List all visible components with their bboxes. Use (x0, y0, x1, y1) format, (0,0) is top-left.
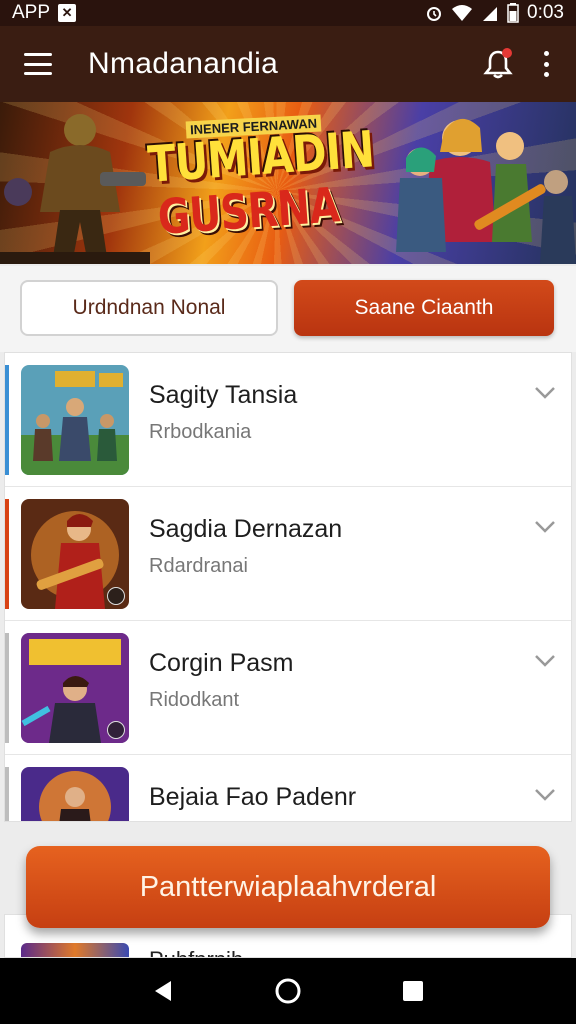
chevron-down-icon[interactable] (533, 787, 557, 803)
list-item-title: Bejaia Fao Padenr (149, 783, 357, 811)
status-time: 0:03 (527, 2, 564, 23)
back-icon[interactable] (148, 976, 178, 1006)
check-icon (107, 587, 125, 605)
tab-right-button[interactable]: Saane Ciaanth (294, 280, 554, 336)
home-icon[interactable] (273, 976, 303, 1006)
recents-icon[interactable] (398, 976, 428, 1006)
list-item-thumbnail (21, 943, 129, 957)
app-bar: Nmadanandia (0, 26, 576, 102)
list-item-subtitle: Rdardranai (149, 555, 248, 577)
chevron-down-icon[interactable] (533, 653, 557, 669)
list-item-thumbnail (21, 767, 129, 821)
app-notification-icon: ✕ (58, 4, 77, 22)
status-left: APP ✕ (12, 2, 77, 24)
list-item[interactable]: Bejaia Fao Padenr (5, 755, 571, 821)
app-title: Nmadanandia (88, 47, 279, 80)
list-item-thumbnail (21, 365, 129, 475)
notification-dot (502, 48, 512, 58)
menu-icon[interactable] (24, 53, 52, 75)
list-item-subtitle: Ridodkant (149, 689, 240, 711)
list-item-accent (5, 767, 9, 821)
chevron-down-icon[interactable] (533, 385, 557, 401)
tab-left-button[interactable]: Urdndnan Nonal (20, 280, 278, 336)
game-list: Sagity Tansia Rrbodkania Sagdia Dernazan… (4, 352, 572, 822)
status-app-label: APP (12, 2, 51, 23)
list-item-thumbnail (21, 499, 129, 609)
more-options-icon[interactable] (542, 51, 550, 77)
status-bar: APP ✕ 0:03 (0, 0, 576, 26)
wifi-icon (452, 5, 473, 21)
list-item-title: Puhfnrnih (149, 947, 243, 957)
chevron-down-icon[interactable] (533, 519, 557, 535)
battery-icon (507, 3, 519, 23)
list-item[interactable]: Sagdia Dernazan Rdardranai (5, 487, 571, 621)
signal-icon (483, 7, 498, 21)
tab-row: Urdndnan Nonal Saane Ciaanth (0, 266, 576, 352)
banner-warrior-illustration (0, 114, 150, 264)
list-item-accent (5, 499, 9, 609)
alarm-icon (427, 7, 442, 21)
check-icon (107, 721, 125, 739)
list-item[interactable]: Corgin Pasm Ridodkant (5, 621, 571, 755)
list-item-thumbnail (21, 633, 129, 743)
list-item-title: Corgin Pasm (149, 649, 294, 677)
notifications-icon[interactable] (480, 46, 516, 82)
list-item-accent (5, 633, 9, 743)
primary-action-button[interactable]: Pantterwiaplaahvrderal (26, 846, 550, 928)
list-item[interactable]: Sagity Tansia Rrbodkania (5, 353, 571, 487)
list-item-title: Sagity Tansia (149, 381, 298, 409)
list-item-subtitle: Rrbodkania (149, 421, 252, 443)
hero-banner[interactable]: INENER FERNAWAN TUMIADIN GUSRNA (0, 102, 576, 264)
banner-heroes-illustration (396, 118, 576, 264)
list-item-title: Sagdia Dernazan (149, 515, 343, 543)
list-item-accent (5, 365, 9, 475)
status-right: 0:03 (425, 2, 564, 24)
system-nav-bar (0, 958, 576, 1024)
